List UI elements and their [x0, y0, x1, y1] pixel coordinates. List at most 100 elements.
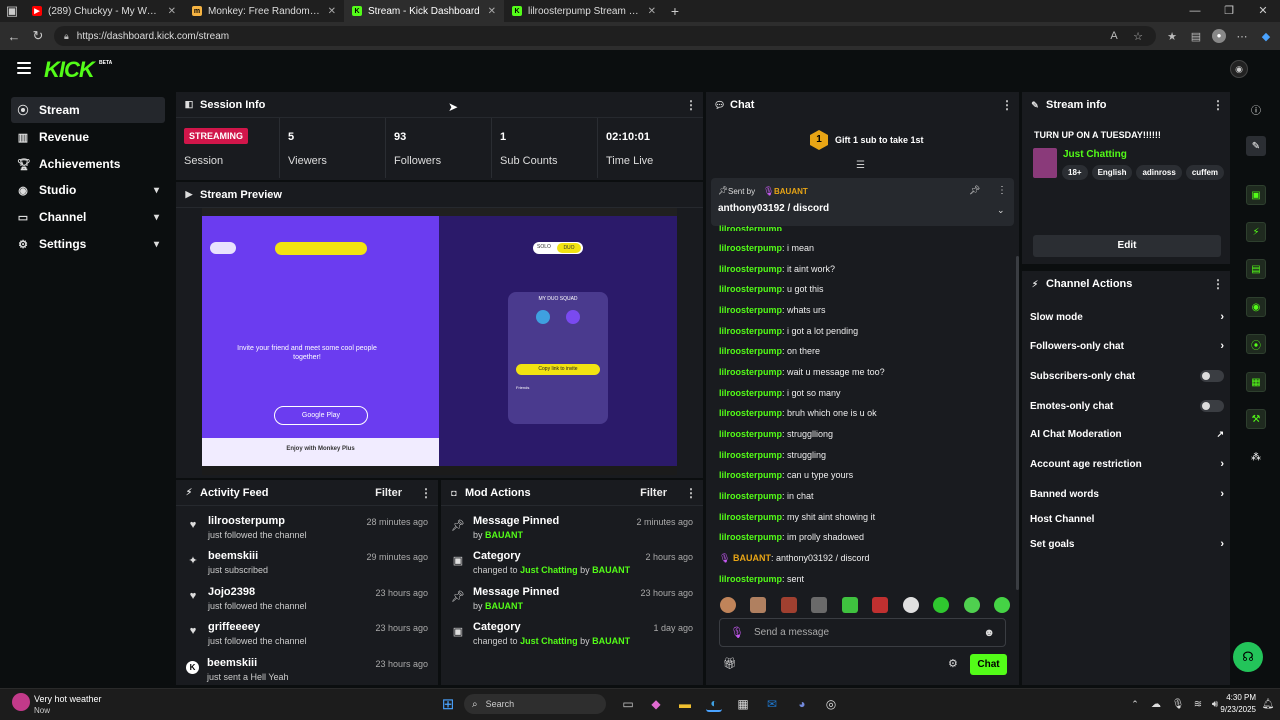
emote-icon[interactable]	[902, 597, 919, 613]
chat-user[interactable]: lilroosterpump	[719, 264, 782, 274]
clock-time[interactable]: 4:30 PM	[1222, 693, 1256, 702]
action-host-channel[interactable]: Host Channel	[1030, 514, 1224, 525]
broadcast-icon[interactable]: ⦿	[1246, 334, 1266, 354]
chat-user[interactable]: lilroosterpump	[719, 346, 782, 356]
discord-icon[interactable]: ◕	[794, 696, 810, 712]
chevron-up-icon[interactable]: ⌃	[1127, 696, 1143, 712]
browser-tab[interactable]: m Monkey: Free Random Video Cha ✕	[184, 0, 344, 22]
tab-actions-icon[interactable]: ▣	[0, 3, 24, 19]
emote-icon[interactable]	[811, 597, 828, 613]
subscribers-only-toggle[interactable]	[1200, 370, 1224, 382]
chat-user[interactable]: BAUANT	[733, 553, 771, 563]
chat-bubble-icon[interactable]: ◉	[1246, 297, 1266, 317]
emote-icon[interactable]	[841, 597, 858, 613]
chat-user[interactable]: lilroosterpump	[719, 305, 782, 315]
chat-user[interactable]: lilroosterpump	[719, 491, 782, 501]
weather-icon[interactable]	[12, 693, 30, 711]
chat-user[interactable]: lilroosterpump	[719, 224, 782, 231]
sidebar-item-stream[interactable]: ⦿ Stream	[11, 97, 165, 123]
clock-date[interactable]: 9/23/2025	[1220, 705, 1256, 714]
url-field[interactable]: 🔒︎ https://dashboard.kick.com/stream A ☆	[54, 26, 1156, 46]
cloud-icon[interactable]: ☁	[1148, 696, 1164, 712]
edit-stream-button[interactable]: Edit	[1033, 235, 1221, 257]
profile-icon[interactable]: ●	[1212, 29, 1226, 43]
activity-user[interactable]: beemskiii	[208, 550, 268, 562]
more-options-icon[interactable]: ⋮	[1001, 98, 1013, 112]
sidebar-item-revenue[interactable]: ▥ Revenue	[11, 124, 165, 150]
wrench-icon[interactable]: ⚒	[1246, 409, 1266, 429]
user-avatar[interactable]: ◉	[1230, 60, 1248, 78]
favorites-icon[interactable]: ★	[1164, 30, 1180, 43]
unpin-icon[interactable]: 📌︎	[969, 185, 980, 196]
chevron-down-icon[interactable]: ⌄	[997, 205, 1005, 216]
action-account-age[interactable]: Account age restriction ›	[1030, 458, 1224, 470]
chat-user[interactable]: lilroosterpump	[719, 450, 782, 460]
copilot-icon[interactable]: ◆	[648, 696, 664, 712]
info-icon[interactable]: ⓘ	[1246, 99, 1266, 119]
chat-scrollbar[interactable]	[1016, 256, 1019, 590]
chat-user[interactable]: lilroosterpump	[719, 470, 782, 480]
notification-bell-icon[interactable]: 🔔︎	[1260, 696, 1276, 712]
filter-button[interactable]: Filter	[640, 487, 667, 499]
activity-user[interactable]: beemskiii	[207, 657, 289, 669]
emote-icon[interactable]	[872, 597, 889, 613]
mod-user[interactable]: BAUANT	[485, 530, 523, 540]
sidebar-item-studio[interactable]: ◉ Studio ▾	[11, 177, 165, 203]
action-banned-words[interactable]: Banned words ›	[1030, 488, 1224, 500]
support-chat-icon[interactable]: ☊	[1233, 642, 1263, 672]
action-followers-only[interactable]: Followers-only chat ›	[1030, 340, 1224, 352]
taskbar-search[interactable]: ⌕ Search	[464, 694, 606, 714]
activity-user[interactable]: griffeeeey	[208, 621, 307, 633]
chat-user[interactable]: lilroosterpump	[719, 243, 782, 253]
more-icon[interactable]: ⋯	[1234, 30, 1250, 43]
kick-logo[interactable]: KICK	[44, 57, 95, 83]
emote-icon[interactable]	[963, 597, 980, 613]
chat-user[interactable]: lilroosterpump	[719, 429, 782, 439]
wifi-icon[interactable]: ≋	[1190, 696, 1206, 712]
read-aloud-icon[interactable]: A	[1106, 30, 1122, 42]
gift-icon[interactable]: 🎁︎	[723, 657, 737, 670]
send-chat-button[interactable]: Chat	[970, 654, 1007, 675]
sidebar-item-channel[interactable]: ▭ Channel ▾	[11, 204, 165, 230]
screen-icon[interactable]: ▣	[1246, 185, 1266, 205]
refresh-icon[interactable]: ↻	[30, 28, 46, 44]
close-icon[interactable]: ✕	[168, 6, 176, 17]
emote-icon[interactable]	[720, 597, 736, 613]
back-icon[interactable]: ←	[6, 29, 22, 44]
lightning-icon[interactable]: ⚡︎	[1246, 222, 1266, 242]
chat-user[interactable]: lilroosterpump	[719, 408, 782, 418]
browser-tab[interactable]: ▶ (289) Chuckyy - My World (Officia ✕	[24, 0, 184, 22]
stream-preview-video[interactable]: Invite your friend and meet some cool pe…	[202, 208, 677, 475]
app-icon[interactable]: ◎	[823, 696, 839, 712]
notes-icon[interactable]: ▤	[1246, 259, 1266, 279]
sidebar-item-settings[interactable]: ⚙ Settings ▾	[11, 231, 165, 257]
browser-tab-active[interactable]: K Stream - Kick Dashboard ✕	[344, 0, 504, 22]
new-tab-button[interactable]: +	[664, 3, 686, 19]
edge-icon[interactable]: ◐	[706, 696, 722, 712]
more-options-icon[interactable]: ⋮	[685, 486, 697, 500]
chat-user[interactable]: lilroosterpump	[719, 367, 782, 377]
favorite-star-icon[interactable]: ☆	[1130, 30, 1146, 43]
stream-category[interactable]: Just Chatting	[1063, 149, 1127, 160]
chat-user[interactable]: lilroosterpump	[719, 512, 782, 522]
close-icon[interactable]: ✕	[328, 6, 336, 17]
sidebar-item-achievements[interactable]: 🏆︎ Achievements	[11, 151, 165, 177]
activity-user[interactable]: lilroosterpump	[208, 515, 307, 527]
microphone-icon[interactable]: 🎙︎	[1170, 696, 1186, 712]
action-ai-moderation[interactable]: AI Chat Moderation ↗	[1030, 429, 1224, 440]
action-slow-mode[interactable]: Slow mode ›	[1030, 311, 1224, 323]
mod-user[interactable]: BAUANT	[485, 601, 523, 611]
chat-user[interactable]: lilroosterpump	[719, 284, 782, 294]
chat-user[interactable]: lilroosterpump	[719, 388, 782, 398]
activity-user[interactable]: Jojo2398	[208, 586, 307, 598]
emotes-only-toggle[interactable]	[1200, 400, 1224, 412]
hamburger-menu-icon[interactable]	[17, 62, 31, 74]
pinned-user[interactable]: BAUANT	[774, 187, 808, 196]
emote-icon[interactable]	[933, 597, 950, 613]
copilot-icon[interactable]: ◆	[1258, 30, 1274, 43]
filter-button[interactable]: Filter	[375, 487, 402, 499]
emote-icon[interactable]	[780, 597, 797, 613]
more-options-icon[interactable]: ⋮	[1212, 98, 1224, 112]
action-set-goals[interactable]: Set goals ›	[1030, 538, 1224, 550]
chat-user[interactable]: lilroosterpump	[719, 326, 782, 336]
